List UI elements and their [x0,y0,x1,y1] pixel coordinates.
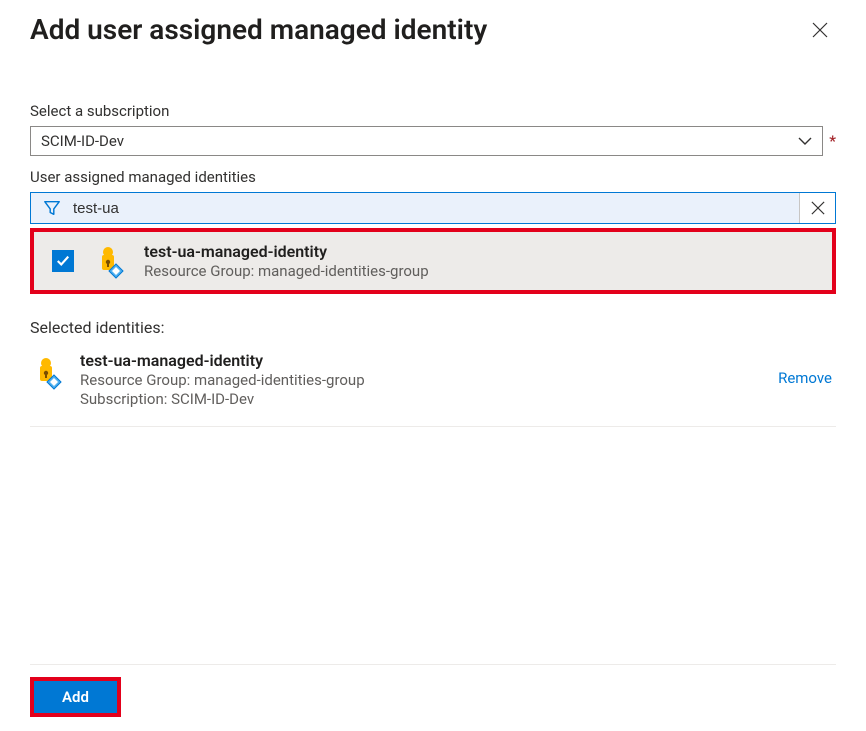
required-indicator: * [829,132,836,150]
selected-identity-line1: Resource Group: managed-identities-group [80,371,762,389]
identity-result-subline: Resource Group: managed-identities-group [144,262,429,280]
identities-filter-input[interactable] [73,193,799,223]
identity-result-row[interactable]: test-ua-managed-identity Resource Group:… [34,232,832,290]
identity-result-highlight: test-ua-managed-identity Resource Group:… [30,228,836,294]
clear-filter-button[interactable] [799,193,835,223]
close-button[interactable] [804,18,836,42]
filter-icon [31,193,73,223]
subscription-value: SCIM-ID-Dev [41,132,124,150]
panel-title: Add user assigned managed identity [30,12,487,48]
identities-field: User assigned managed identities [30,168,836,294]
selected-identity-name: test-ua-managed-identity [80,351,762,370]
add-button-highlight: Add [30,677,121,717]
subscription-dropdown[interactable]: SCIM-ID-Dev [30,126,823,156]
subscription-field: Select a subscription SCIM-ID-Dev * [30,102,836,156]
identities-filter [30,192,836,224]
panel-header: Add user assigned managed identity [30,12,836,76]
identity-result-text: test-ua-managed-identity Resource Group:… [144,242,429,280]
add-button[interactable]: Add [34,681,117,713]
selected-identity-line2: Subscription: SCIM-ID-Dev [80,390,762,408]
managed-identity-icon [30,355,64,389]
identity-checkbox[interactable] [52,250,74,272]
panel-footer: Add [30,664,836,717]
identity-result-name: test-ua-managed-identity [144,242,429,261]
identities-label: User assigned managed identities [30,168,836,186]
check-icon [56,254,70,268]
subscription-label: Select a subscription [30,102,836,120]
close-icon [811,201,825,215]
close-icon [812,22,828,38]
add-identity-panel: Add user assigned managed identity Selec… [0,0,866,731]
subscription-dropdown-wrap: SCIM-ID-Dev * [30,126,836,156]
selected-identity-info: test-ua-managed-identity Resource Group:… [80,351,762,408]
chevron-down-icon [798,136,812,146]
managed-identity-icon [92,244,126,278]
selected-identity-row: test-ua-managed-identity Resource Group:… [30,337,836,427]
remove-identity-link[interactable]: Remove [778,351,836,387]
selected-identities-label: Selected identities: [30,318,836,337]
